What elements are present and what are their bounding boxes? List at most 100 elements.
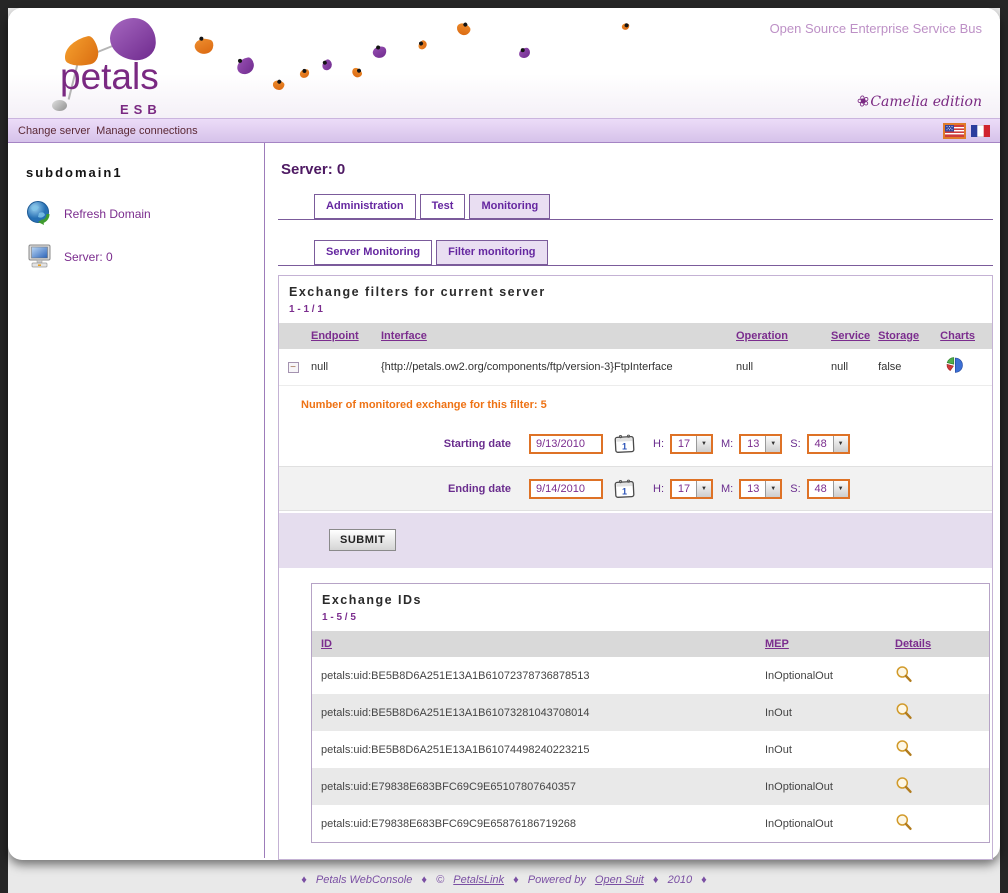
diamond-icon: ♦	[301, 874, 307, 886]
petal-decoration	[271, 78, 286, 93]
id-cell: petals:uid:E79838E683BFC69C9E65876186719…	[312, 805, 756, 842]
footer-year: 2010	[668, 874, 692, 886]
starting-minutes-select[interactable]: 13 ▼	[739, 434, 782, 454]
starting-date-input[interactable]	[529, 434, 603, 454]
main-panel: Server: 0 Administration Test Monitoring…	[265, 143, 1000, 858]
petalslink-link[interactable]: PetalsLink	[453, 874, 504, 886]
magnifier-icon[interactable]	[895, 776, 913, 794]
chevron-down-icon[interactable]: ▼	[765, 436, 780, 452]
filter-row: − null {http://petals.ow2.org/components…	[279, 349, 992, 385]
exchange-ids-title: Exchange IDs	[312, 584, 989, 609]
submit-area: SUBMIT	[279, 513, 992, 568]
tagline: Open Source Enterprise Service Bus	[770, 21, 982, 36]
exchange-id-row: petals:uid:BE5B8D6A251E13A1B610744982402…	[312, 731, 989, 768]
magnifier-icon[interactable]	[895, 665, 913, 683]
petal-decoration	[621, 22, 630, 31]
tab-administration[interactable]: Administration	[314, 194, 416, 219]
menu-bar: Change server Manage connections	[8, 118, 1000, 143]
app-window: petals ESB Open Source Enterprise Servic…	[8, 8, 1000, 860]
petal-decoration	[455, 20, 472, 38]
sidebar-item-server-0[interactable]: Server: 0	[26, 243, 264, 270]
chevron-down-icon[interactable]: ▼	[696, 481, 711, 497]
exchange-id-row: petals:uid:BE5B8D6A251E13A1B610732810437…	[312, 694, 989, 731]
app-header: petals ESB Open Source Enterprise Servic…	[8, 8, 1000, 118]
logo-mouse-icon	[52, 100, 67, 111]
starting-hours-select[interactable]: 17 ▼	[670, 434, 713, 454]
pie-chart-icon[interactable]	[946, 357, 963, 374]
tab-monitoring[interactable]: Monitoring	[469, 194, 550, 219]
ending-hours-select[interactable]: 17 ▼	[670, 479, 713, 499]
minutes-label: M:	[721, 438, 733, 450]
filters-title: Exchange filters for current server	[279, 276, 992, 301]
petals-esb-logo: petals ESB	[50, 16, 260, 116]
chevron-down-icon[interactable]: ▼	[833, 481, 848, 497]
filters-header-row: Endpoint Interface Operation Service Sto…	[279, 323, 992, 349]
change-server-link[interactable]: Change server	[18, 125, 90, 137]
diamond-icon: ♦	[513, 874, 519, 886]
brand-name: petals	[60, 56, 159, 98]
french-flag-icon[interactable]	[971, 125, 990, 137]
mep-cell: InOut	[756, 731, 886, 768]
column-storage[interactable]: Storage	[878, 330, 919, 342]
copyright-symbol: ©	[436, 874, 444, 886]
exchange-id-row: petals:uid:E79838E683BFC69C9E65107807640…	[312, 768, 989, 805]
content-area: subdomain1 Refresh Domain	[8, 143, 1000, 858]
chevron-down-icon[interactable]: ▼	[765, 481, 780, 497]
expander-header	[279, 323, 307, 349]
sidebar-item-refresh-domain[interactable]: Refresh Domain	[26, 200, 264, 227]
operation-cell: null	[732, 349, 827, 385]
collapse-icon[interactable]: −	[288, 362, 299, 373]
column-id[interactable]: ID	[321, 638, 332, 650]
footer-app-name: Petals WebConsole	[316, 874, 412, 886]
server-monitor-icon	[26, 243, 53, 270]
column-mep[interactable]: MEP	[765, 638, 789, 650]
hours-label: H:	[653, 483, 664, 495]
sidebar: subdomain1 Refresh Domain	[8, 143, 265, 858]
page-background: petals ESB Open Source Enterprise Servic…	[8, 8, 1000, 893]
exchange-ids-panel: Exchange IDs 1 - 5 / 5 ID MEP Details	[311, 583, 990, 843]
open-suit-link[interactable]: Open Suit	[595, 874, 644, 886]
submit-button[interactable]: SUBMIT	[329, 529, 396, 551]
globe-refresh-icon	[26, 200, 53, 227]
filters-pagination: 1 - 1 / 1	[279, 301, 992, 323]
column-charts[interactable]: Charts	[940, 330, 975, 342]
camelia-flower-icon: ❀	[855, 91, 872, 112]
starting-seconds-select[interactable]: 48 ▼	[807, 434, 850, 454]
svg-text:1: 1	[622, 487, 627, 497]
petal-decoration	[372, 45, 388, 60]
edition-label: ❀Camelia edition	[857, 92, 982, 110]
column-details[interactable]: Details	[895, 638, 931, 650]
column-endpoint[interactable]: Endpoint	[311, 330, 359, 342]
magnifier-icon[interactable]	[895, 739, 913, 757]
calendar-icon[interactable]: 1	[613, 433, 636, 454]
mep-cell: InOut	[756, 694, 886, 731]
column-interface[interactable]: Interface	[381, 330, 427, 342]
domain-title: subdomain1	[26, 165, 264, 180]
column-operation[interactable]: Operation	[736, 330, 788, 342]
ending-seconds-select[interactable]: 48 ▼	[807, 479, 850, 499]
tab-filter-monitoring[interactable]: Filter monitoring	[436, 240, 547, 265]
starting-date-row: Starting date 1 H:	[279, 421, 992, 466]
petal-decoration	[299, 68, 309, 78]
ending-minutes-select[interactable]: 13 ▼	[739, 479, 782, 499]
ending-date-label: Ending date	[279, 483, 511, 495]
chevron-down-icon[interactable]: ▼	[833, 436, 848, 452]
calendar-icon[interactable]: 1	[613, 478, 636, 499]
tab-server-monitoring[interactable]: Server Monitoring	[314, 240, 432, 265]
ending-date-input[interactable]	[529, 479, 603, 499]
petal-decoration	[417, 39, 429, 50]
mep-cell: InOptionalOut	[756, 768, 886, 805]
sidebar-item-label: Server: 0	[64, 250, 113, 264]
chevron-down-icon[interactable]: ▼	[696, 436, 711, 452]
petal-decoration	[519, 48, 531, 59]
seconds-label: S:	[790, 483, 800, 495]
english-flag-icon[interactable]	[945, 125, 964, 137]
magnifier-icon[interactable]	[895, 702, 913, 720]
exchange-ids-pagination: 1 - 5 / 5	[312, 609, 989, 631]
manage-connections-link[interactable]: Manage connections	[96, 125, 198, 137]
filters-table: Endpoint Interface Operation Service Sto…	[279, 323, 992, 385]
column-service[interactable]: Service	[831, 330, 870, 342]
hours-label: H:	[653, 438, 664, 450]
tab-test[interactable]: Test	[420, 194, 466, 219]
magnifier-icon[interactable]	[895, 813, 913, 831]
